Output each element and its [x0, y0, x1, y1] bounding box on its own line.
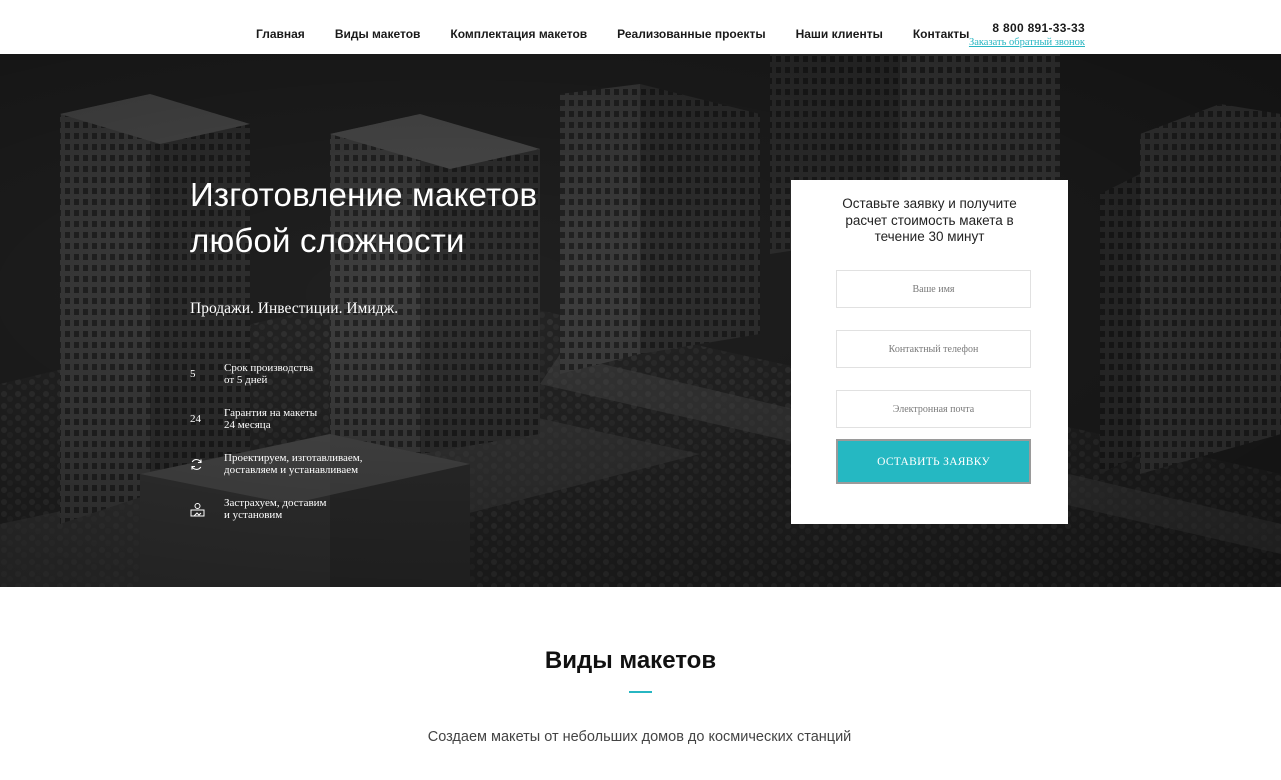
name-field[interactable]	[836, 270, 1031, 308]
feature-text: Гарантия на макеты 24 месяца	[224, 407, 317, 431]
feature-warranty: 24 Гарантия на макеты 24 месяца	[190, 407, 317, 431]
feature-text-line1: Застрахуем, доставим	[224, 497, 327, 509]
phone-number[interactable]: 8 800 891-33-33	[965, 21, 1085, 35]
refresh-icon	[190, 458, 224, 471]
feature-text: Срок производства от 5 дней	[224, 362, 313, 386]
hero-title-line2: любой сложности	[190, 222, 465, 259]
nav-link-clients[interactable]: Наши клиенты	[796, 27, 883, 41]
callback-link[interactable]: Заказать обратный звонок	[965, 37, 1085, 48]
feature-number-5: 5	[190, 368, 196, 380]
hero-section: Изготовление макетов любой сложности Про…	[0, 54, 1281, 587]
header-contact: 8 800 891-33-33 Заказать обратный звонок	[965, 21, 1085, 48]
section-title: Виды макетов	[544, 647, 717, 674]
feature-insurance: Застрахуем, доставим и установим	[190, 497, 327, 521]
feature-text-line1: Проектируем, изготавливаем,	[224, 452, 363, 464]
feature-text-line2: доставляем и устанавливаем	[224, 464, 359, 476]
hero-title-line1: Изготовление макетов	[190, 176, 538, 213]
feature-text-line2: и установим	[224, 509, 283, 521]
nav-link-model-types[interactable]: Виды макетов	[335, 27, 421, 41]
feature-text-line1: Срок производства	[224, 362, 314, 374]
form-title: Оставьте заявку и получите расчет стоимо…	[842, 196, 1017, 244]
request-form: Оставьте заявку и получите расчет стоимо…	[791, 180, 1068, 524]
email-field[interactable]	[836, 390, 1031, 428]
insurance-icon	[190, 502, 224, 517]
feature-text-line2: 24 месяца	[224, 419, 271, 431]
phone-field[interactable]	[836, 330, 1031, 368]
section-subtitle: Создаем макеты от небольших домов до кос…	[427, 729, 852, 745]
feature-text: Проектируем, изготавливаем, доставляем и…	[224, 452, 363, 476]
main-nav: Главная Виды макетов Комплектация макето…	[256, 27, 999, 41]
feature-full-cycle: Проектируем, изготавливаем, доставляем и…	[190, 452, 363, 476]
hero-title: Изготовление макетов любой сложности	[190, 172, 650, 264]
feature-production-time: 5 Срок производства от 5 дней	[190, 362, 313, 386]
feature-number-24: 24	[190, 413, 201, 425]
nav-link-projects[interactable]: Реализованные проекты	[617, 27, 765, 41]
feature-text: Застрахуем, доставим и установим	[224, 497, 327, 521]
nav-link-contacts[interactable]: Контакты	[913, 27, 970, 41]
section-divider	[629, 691, 652, 693]
nav-link-home[interactable]: Главная	[256, 27, 305, 41]
submit-request-button[interactable]: ОСТАВИТЬ ЗАЯВКУ	[836, 439, 1031, 484]
feature-text-line2: от 5 дней	[224, 374, 268, 386]
site-header: Главная Виды макетов Комплектация макето…	[0, 0, 1281, 54]
feature-text-line1: Гарантия на макеты	[224, 407, 318, 419]
nav-link-equipment[interactable]: Комплектация макетов	[450, 27, 587, 41]
hero-subtitle: Продажи. Инвестиции. Имидж.	[190, 300, 399, 317]
